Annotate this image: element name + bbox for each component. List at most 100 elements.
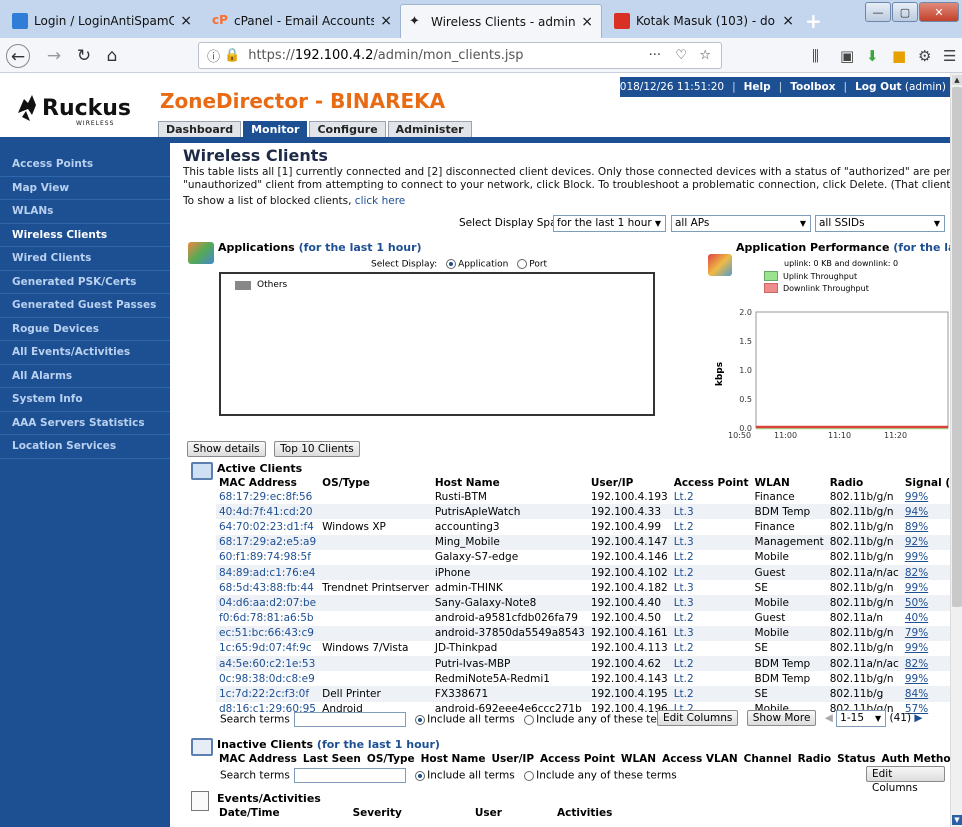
span-select[interactable]: for the last 1 hour ▼ [553, 215, 666, 232]
access-point-cell[interactable]: Lt.3 [670, 625, 752, 641]
access-point-cell[interactable]: Lt.2 [671, 671, 752, 686]
scrollbar-thumb[interactable] [952, 87, 962, 607]
signal-cell[interactable]: 89% [902, 519, 950, 534]
download-icon[interactable]: ⬇ [866, 47, 879, 65]
minimize-icon[interactable]: — [865, 2, 891, 22]
help-link[interactable]: Help [744, 81, 771, 93]
signal-cell[interactable]: 94% [901, 504, 950, 520]
menu-icon[interactable]: ☰ [943, 47, 956, 65]
column-header[interactable]: Host Name [418, 753, 489, 765]
sidebar-item-map-view[interactable]: Map View [0, 177, 170, 200]
mac-address-cell[interactable]: 68:5d:43:88:fb:44 [216, 580, 319, 595]
column-header[interactable]: Last Seen [300, 753, 364, 765]
shopping-icon[interactable]: ■ [892, 47, 906, 65]
prev-page-icon[interactable]: ◀ [825, 712, 833, 724]
column-header[interactable]: User [472, 807, 554, 819]
inactive-include-any-radio[interactable] [524, 770, 535, 781]
column-header[interactable]: User/IP [489, 753, 538, 765]
column-header[interactable]: MAC Address [216, 753, 300, 765]
logout-link[interactable]: Log Out [855, 81, 902, 93]
extension-icon[interactable]: ⚙ [918, 47, 931, 65]
sidebar-item-events[interactable]: All Events/Activities [0, 341, 170, 365]
library-icon[interactable]: ⫼ [812, 47, 819, 65]
column-header[interactable]: Radio [795, 753, 835, 765]
show-more-button[interactable]: Show More [746, 710, 817, 726]
access-point-cell[interactable]: Lt.3 [671, 580, 752, 595]
page-actions-icon[interactable]: ··· [649, 48, 661, 63]
signal-cell[interactable]: 50% [901, 595, 950, 611]
access-point-cell[interactable]: Lt.2 [670, 656, 752, 672]
access-point-cell[interactable]: Lt.3 [670, 595, 752, 611]
column-header[interactable]: OS/Type [319, 477, 432, 489]
tab-monitor[interactable]: Monitor [243, 121, 308, 138]
bookmark-star-icon[interactable]: ☆ [699, 48, 711, 63]
sidebar-item-guest-passes[interactable]: Generated Guest Passes [0, 294, 170, 318]
ssid-select[interactable]: all SSIDs ▼ [815, 215, 945, 232]
browser-tab[interactable]: Login / LoginAntiSpamCloud × [4, 4, 200, 38]
mac-address-cell[interactable]: 84:89:ad:c1:76:e4 [216, 564, 320, 581]
sidebar-item-wireless-clients[interactable]: Wireless Clients [0, 224, 170, 247]
browser-tab[interactable]: cP cPanel - Email Accounts × [204, 4, 400, 38]
mac-address-cell[interactable]: 68:17:29:ec:8f:56 [216, 489, 319, 504]
tab-configure[interactable]: Configure [309, 121, 386, 138]
access-point-cell[interactable]: Lt.2 [670, 564, 752, 581]
column-header[interactable]: Access Point [537, 753, 618, 765]
mac-address-cell[interactable]: 1c:65:9d:07:4f:9c [216, 641, 319, 656]
tab-administer[interactable]: Administer [387, 121, 472, 138]
next-page-icon[interactable]: ▶ [914, 712, 922, 724]
inactive-search-input[interactable] [293, 768, 406, 783]
reload-icon[interactable]: ↻ [72, 44, 96, 68]
mac-address-cell[interactable]: 64:70:02:23:d1:f4 [216, 519, 319, 534]
browser-tab[interactable]: Kotak Masuk (103) - domefaric × [606, 4, 802, 38]
blocked-clients-link[interactable]: click here [355, 195, 405, 207]
signal-cell[interactable]: 99% [902, 580, 950, 595]
pocket-icon[interactable]: ♡ [675, 48, 687, 63]
column-header[interactable]: OS/Type [364, 753, 418, 765]
signal-cell[interactable]: 84% [901, 686, 950, 702]
port-radio[interactable] [517, 259, 528, 269]
mac-address-cell[interactable]: 0c:98:38:0d:c8:e9 [216, 671, 319, 686]
close-tab-icon[interactable]: × [180, 13, 192, 29]
active-search-input[interactable] [293, 712, 406, 727]
inactive-edit-columns-button[interactable]: Edit Columns [866, 766, 945, 794]
lock-warning-icon[interactable]: 🔒 [224, 48, 240, 63]
url-bar[interactable]: ⓘ 🔒 https://192.100.4.2/admin/mon_client… [198, 42, 722, 69]
column-header[interactable]: Activities [554, 807, 622, 819]
mac-address-cell[interactable]: f0:6d:78:81:a6:5b [216, 611, 319, 626]
access-point-cell[interactable]: Lt.2 [670, 686, 752, 702]
top-10-clients-button[interactable]: Top 10 Clients [274, 441, 360, 457]
mac-address-cell[interactable]: 40:4d:7f:41:cd:20 [216, 504, 320, 520]
mac-address-cell[interactable]: 68:17:29:a2:e5:a9 [216, 534, 320, 550]
column-header[interactable]: Channel [741, 753, 795, 765]
signal-cell[interactable]: 99% [902, 671, 950, 686]
sidebar-item-system-info[interactable]: System Info [0, 388, 170, 412]
show-details-button[interactable]: Show details [187, 441, 266, 457]
signal-cell[interactable]: 79% [901, 625, 950, 641]
column-header[interactable]: MAC Address [216, 477, 319, 489]
edit-columns-button[interactable]: Edit Columns [657, 710, 739, 726]
close-tab-icon[interactable]: × [380, 13, 392, 29]
column-header[interactable]: Radio [827, 477, 902, 489]
column-header[interactable]: Signal (%) [902, 477, 950, 489]
forward-icon[interactable]: → [42, 44, 66, 68]
close-window-icon[interactable]: ✕ [919, 2, 959, 22]
sidebar-item-aaa-stats[interactable]: AAA Servers Statistics [0, 412, 170, 435]
page-range-select[interactable]: 1-15 ▼ [836, 710, 887, 727]
sidebar-icon[interactable]: ▣ [840, 47, 854, 65]
signal-cell[interactable]: 82% [901, 656, 950, 672]
back-icon[interactable]: ← [6, 44, 30, 68]
scroll-up-icon[interactable]: ▲ [952, 75, 962, 85]
column-header[interactable]: Auth Method [879, 753, 950, 765]
column-header[interactable]: Status [834, 753, 878, 765]
mac-address-cell[interactable]: ec:51:bc:66:43:c9 [216, 625, 320, 641]
access-point-cell[interactable]: Lt.2 [671, 489, 752, 504]
mac-address-cell[interactable]: 04:d6:aa:d2:07:be [216, 595, 320, 611]
toolbox-link[interactable]: Toolbox [790, 81, 835, 93]
column-header[interactable]: Date/Time [216, 807, 350, 819]
signal-cell[interactable]: 40% [902, 611, 950, 626]
sidebar-item-rogue-devices[interactable]: Rogue Devices [0, 318, 170, 341]
column-header[interactable]: Access VLAN [659, 753, 741, 765]
sidebar-item-alarms[interactable]: All Alarms [0, 365, 170, 388]
inactive-include-all-radio[interactable] [415, 770, 426, 781]
signal-cell[interactable]: 99% [902, 550, 950, 565]
